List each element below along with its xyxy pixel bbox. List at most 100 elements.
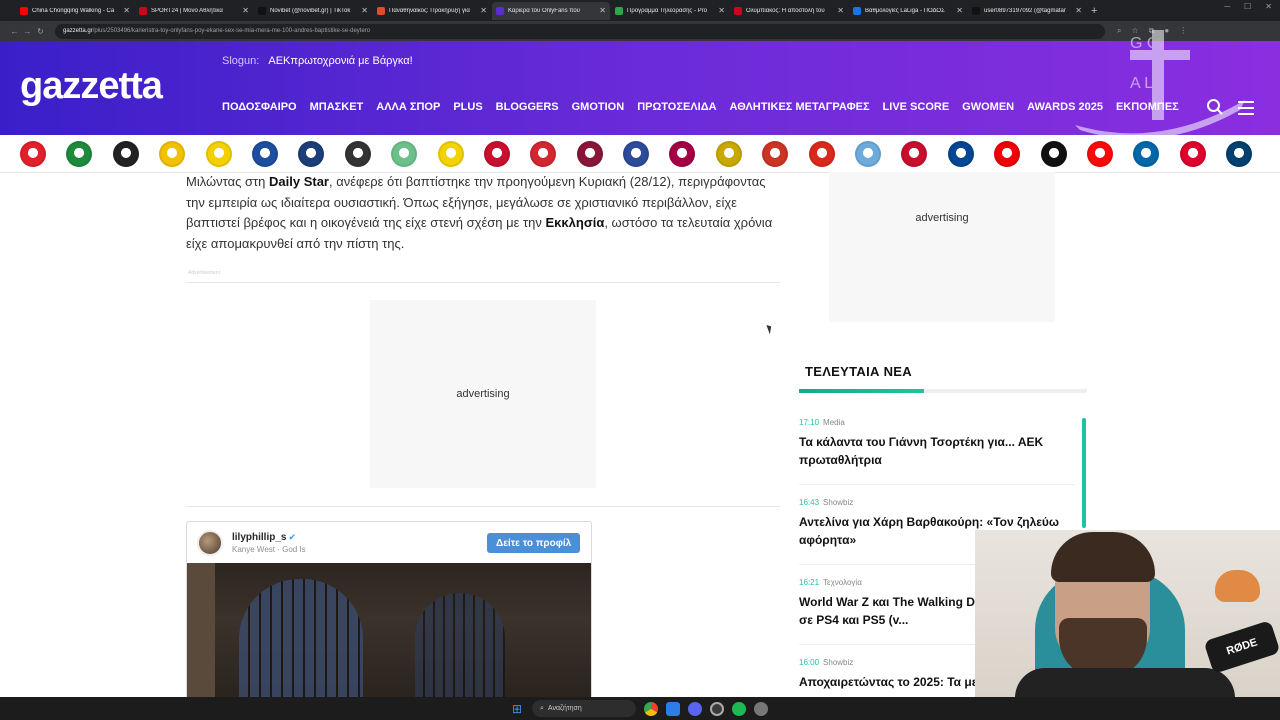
browser-tab[interactable]: China Chongqing Walking - Ca ✕ [16, 2, 134, 20]
club-logo-bayern-icon[interactable] [1179, 140, 1206, 167]
sidebar-ad-slot[interactable]: advertising [829, 172, 1055, 322]
news-category[interactable]: Media [823, 418, 845, 427]
club-logo-inter-icon[interactable] [1133, 140, 1160, 167]
club-logo-larisa-icon[interactable] [530, 140, 557, 167]
maximize-icon[interactable]: ☐ [1244, 2, 1251, 11]
avatar[interactable] [197, 530, 223, 556]
article-ad-slot[interactable]: advertising [370, 300, 596, 488]
close-tab-icon[interactable]: ✕ [837, 6, 844, 15]
spotify-icon[interactable] [732, 701, 746, 716]
instagram-media[interactable] [187, 563, 591, 700]
nav-item[interactable]: GMOTION [572, 101, 625, 113]
close-tab-icon[interactable]: ✕ [123, 6, 130, 15]
nav-item[interactable]: PLUS [453, 101, 482, 113]
nav-item[interactable]: ΠΡΩΤΟΣΕΛΙΔΑ [637, 101, 716, 113]
club-logo-aris-icon[interactable] [205, 140, 232, 167]
browser-tab[interactable]: Παναθηναϊκός: Προκήρυξη για ✕ [373, 2, 491, 20]
close-tab-icon[interactable]: ✕ [1075, 6, 1082, 15]
club-logo-panetolikos-icon[interactable] [437, 140, 464, 167]
browser-tab[interactable]: Novibet (@novibet.gr) | TikTok ✕ [254, 2, 372, 20]
nav-item[interactable]: ΠΟΔΟΣΦΑΙΡΟ [222, 101, 297, 113]
ad-label: advertising [456, 388, 510, 400]
main-nav: ΠΟΔΟΣΦΑΙΡΟ ΜΠΑΣΚΕΤ ΑΛΛΑ ΣΠΟΡ PLUS BLOGGERS GM… [222, 101, 1179, 113]
browser-tab[interactable]: user08973197092 (@tagmatar ✕ [968, 2, 1086, 20]
reload-icon[interactable]: ↻ [34, 27, 47, 36]
forward-icon[interactable]: → [21, 27, 34, 36]
back-icon[interactable]: ← [8, 27, 21, 36]
club-logo-atletico-icon[interactable] [762, 140, 789, 167]
news-category[interactable]: Showbiz [823, 498, 853, 507]
church-window [415, 593, 505, 700]
club-logo-asteras-icon[interactable] [298, 140, 325, 167]
club-logo-paok-icon[interactable] [112, 140, 139, 167]
club-logo-man-city-icon[interactable] [855, 140, 882, 167]
view-profile-button[interactable]: Δείτε το προφίλ [487, 533, 581, 553]
instagram-song: Kanye West · God Is [232, 545, 306, 554]
club-logo-psg-icon[interactable] [1226, 140, 1253, 167]
new-tab-button[interactable]: + [1091, 5, 1097, 17]
club-logo-volos-icon[interactable] [483, 140, 510, 167]
nav-item[interactable]: ΜΠΑΣΚΕΤ [310, 101, 364, 113]
minimize-icon[interactable]: ─ [1224, 2, 1230, 11]
news-headline[interactable]: Τα κάλαντα του Γιάννη Τσορτέκη για... ΑΕ… [799, 433, 1079, 469]
divider [186, 506, 780, 507]
nav-item[interactable]: LIVE SCORE [883, 101, 950, 113]
browser-tab[interactable]: Προγραμμα Τηλεορασης - Pro ✕ [611, 2, 729, 20]
club-logo-olympiacos-icon[interactable] [20, 140, 46, 167]
club-logo-kifisia-icon[interactable] [576, 140, 603, 167]
club-logo-levadiakos-icon[interactable] [391, 140, 418, 167]
club-logo-real-madrid-icon[interactable] [715, 140, 742, 167]
discord-icon[interactable] [688, 701, 702, 716]
settings-icon[interactable] [754, 701, 768, 716]
news-category[interactable]: Τεχνολογία [823, 578, 862, 587]
club-logo-arsenal-icon[interactable] [994, 140, 1021, 167]
club-logo-juventus-icon[interactable] [1040, 140, 1067, 167]
club-logo-aek-icon[interactable] [159, 140, 186, 167]
news-item[interactable]: 17:10 Media Τα κάλαντα του Γιάννη Τσορτέκη… [799, 418, 1079, 469]
close-tab-icon[interactable]: ✕ [242, 6, 249, 15]
news-category[interactable]: Showbiz [823, 658, 853, 667]
obs-icon[interactable] [710, 701, 724, 716]
latest-news-scrollbar[interactable] [1082, 418, 1086, 528]
club-logo-atromitos-icon[interactable] [251, 140, 278, 167]
club-logo-man-utd-icon[interactable] [808, 140, 835, 167]
search-icon: ⌕ [540, 704, 544, 712]
browser-tab[interactable]: Καριέρα του OnlyFans που ✕ [492, 1, 610, 20]
close-window-icon[interactable]: ✕ [1265, 2, 1272, 11]
advertisement-small-label: Advertisement [188, 270, 220, 276]
nav-item[interactable]: GWOMEN [962, 101, 1014, 113]
close-tab-icon[interactable]: ✕ [361, 6, 368, 15]
app-icon[interactable] [666, 701, 680, 716]
favicon-icon [853, 6, 861, 15]
nav-item[interactable]: ΑΘΛΗΤΙΚΕΣ ΜΕΤΑΓΡΑΦΕΣ [730, 101, 870, 113]
windows-start-icon[interactable]: ⊞ [512, 703, 524, 715]
club-logo-barcelona-icon[interactable] [669, 140, 696, 167]
nav-item[interactable]: BLOGGERS [496, 101, 559, 113]
club-logo-milan-icon[interactable] [1086, 140, 1113, 167]
news-time: 16:43 [799, 498, 820, 507]
chrome-icon[interactable] [644, 701, 658, 716]
close-tab-icon[interactable]: ✕ [599, 6, 606, 15]
favicon-icon [258, 6, 266, 15]
club-logo-ofi-icon[interactable] [344, 140, 371, 167]
close-tab-icon[interactable]: ✕ [480, 6, 487, 15]
tab-title: Καριέρα του OnlyFans που [508, 7, 580, 14]
nav-item[interactable]: ΑΛΛΑ ΣΠΟΡ [376, 101, 440, 113]
club-logo-liverpool-icon[interactable] [901, 140, 928, 167]
browser-tab[interactable]: Βαθμολογίες LaLiga - ΠΟΔΟΣ ✕ [849, 2, 967, 20]
browser-tab[interactable]: Ολυμπιακός: Η αποστολή του ✕ [730, 2, 848, 20]
browser-tab[interactable]: SPORT24 | Μόνο Αθλητικά ✕ [135, 2, 253, 20]
url-host: gazzetta.gr [63, 28, 93, 34]
slogan-text[interactable]: ΑΕΚπρωτοχρονιά με Βάργκα! [268, 55, 412, 67]
club-logo-panathinaikos-icon[interactable] [66, 140, 93, 167]
browser-tab-bar: China Chongqing Walking - Ca ✕ SPORT24 | Μ… [0, 0, 1280, 21]
taskbar-search[interactable]: ⌕ Αναζήτηση [532, 700, 636, 717]
club-logo-chelsea-icon[interactable] [947, 140, 974, 167]
instagram-username[interactable]: lilyphillip_s ✔ [232, 532, 296, 543]
url-input[interactable]: gazzetta.gr /plus/2503496/karieristra-to… [55, 23, 1105, 39]
tab-title: Novibet (@novibet.gr) | TikTok [270, 7, 351, 14]
close-tab-icon[interactable]: ✕ [718, 6, 725, 15]
close-tab-icon[interactable]: ✕ [956, 6, 963, 15]
site-logo[interactable]: gazzetta [20, 65, 163, 108]
club-logo-panserraikos-icon[interactable] [623, 140, 650, 167]
